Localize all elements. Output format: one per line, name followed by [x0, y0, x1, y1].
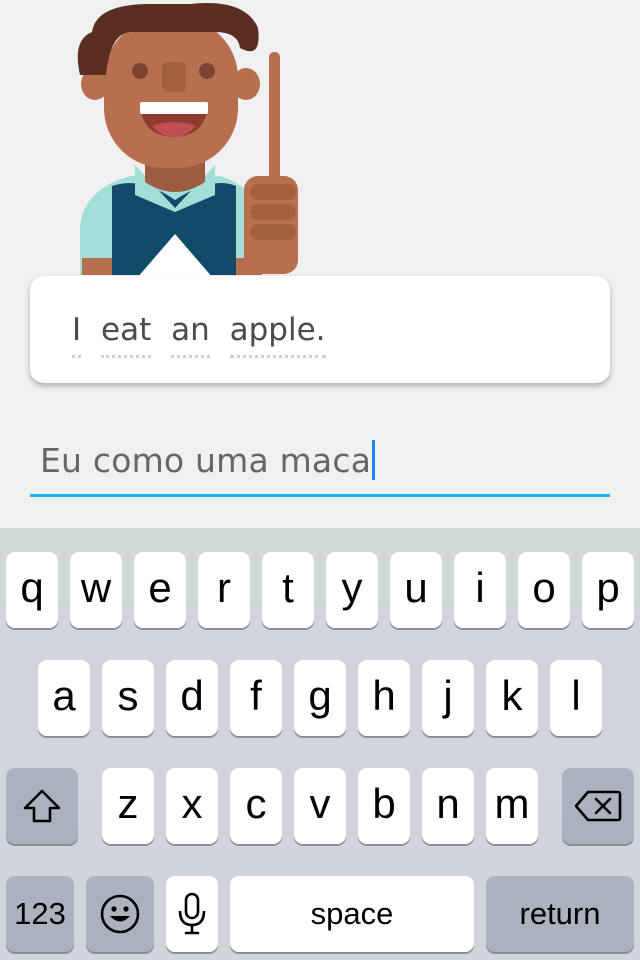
- prompt-word[interactable]: I: [72, 312, 82, 358]
- space-key[interactable]: space: [230, 876, 474, 952]
- exercise-area: I eat an apple. Eu como uma maca: [0, 0, 640, 528]
- key-i[interactable]: i: [454, 552, 506, 628]
- answer-input[interactable]: Eu como uma maca: [30, 430, 610, 497]
- key-m[interactable]: m: [486, 768, 538, 844]
- key-label: j: [443, 672, 453, 719]
- shift-icon: [23, 789, 61, 823]
- key-label: o: [532, 564, 556, 611]
- key-a[interactable]: a: [38, 660, 90, 736]
- key-label: y: [341, 564, 363, 611]
- delete-key[interactable]: [562, 768, 634, 844]
- numbers-key-label: 123: [14, 896, 66, 931]
- key-label: p: [596, 564, 620, 611]
- key-c[interactable]: c: [230, 768, 282, 844]
- shift-key[interactable]: [6, 768, 78, 844]
- key-l[interactable]: l: [550, 660, 602, 736]
- key-z[interactable]: z: [102, 768, 154, 844]
- key-f[interactable]: f: [230, 660, 282, 736]
- key-label: m: [494, 780, 530, 827]
- key-label: f: [250, 672, 262, 719]
- key-k[interactable]: k: [486, 660, 538, 736]
- key-y[interactable]: y: [326, 552, 378, 628]
- key-label: z: [117, 780, 139, 827]
- key-label: k: [501, 672, 523, 719]
- key-u[interactable]: u: [390, 552, 442, 628]
- key-label: b: [372, 780, 396, 827]
- key-label: i: [475, 564, 485, 611]
- answer-text-wrap: Eu como uma maca: [40, 440, 376, 480]
- key-label: t: [282, 564, 294, 611]
- key-label: u: [404, 564, 428, 611]
- text-cursor: [372, 440, 376, 480]
- key-label: d: [180, 672, 204, 719]
- key-label: x: [181, 780, 203, 827]
- key-w[interactable]: w: [70, 552, 122, 628]
- key-label: c: [245, 780, 267, 827]
- key-label: s: [117, 672, 139, 719]
- prompt-sentence: I eat an apple.: [72, 312, 336, 358]
- prompt-word[interactable]: apple.: [229, 312, 326, 358]
- key-e[interactable]: e: [134, 552, 186, 628]
- emoji-key[interactable]: [86, 876, 154, 952]
- key-label: v: [309, 780, 331, 827]
- key-label: q: [20, 564, 44, 611]
- key-label: h: [372, 672, 396, 719]
- key-r[interactable]: r: [198, 552, 250, 628]
- backspace-icon: [574, 790, 622, 822]
- key-g[interactable]: g: [294, 660, 346, 736]
- prompt-word[interactable]: eat: [101, 312, 152, 358]
- key-b[interactable]: b: [358, 768, 410, 844]
- key-d[interactable]: d: [166, 660, 218, 736]
- character-head: [77, 3, 260, 168]
- key-p[interactable]: p: [582, 552, 634, 628]
- key-n[interactable]: n: [422, 768, 474, 844]
- keyboard: q w e r t y u i o p a s d f g h j k l z …: [0, 528, 640, 960]
- key-v[interactable]: v: [294, 768, 346, 844]
- bubble-tail: [137, 234, 213, 278]
- key-label: g: [308, 672, 332, 719]
- prompt-bubble: I eat an apple.: [30, 276, 610, 383]
- tutor-character: [77, 3, 298, 275]
- numbers-key[interactable]: 123: [6, 876, 74, 952]
- dictation-key[interactable]: [166, 876, 218, 952]
- key-label: w: [80, 564, 112, 611]
- key-s[interactable]: s: [102, 660, 154, 736]
- key-label: e: [148, 564, 172, 611]
- key-label: r: [217, 564, 231, 611]
- emoji-icon: [100, 894, 140, 934]
- key-o[interactable]: o: [518, 552, 570, 628]
- microphone-icon: [178, 892, 206, 935]
- answer-text: Eu como uma maca: [40, 441, 372, 480]
- key-t[interactable]: t: [262, 552, 314, 628]
- key-label: n: [436, 780, 460, 827]
- prompt-word[interactable]: an: [171, 312, 210, 358]
- return-key-label: return: [519, 896, 601, 931]
- key-h[interactable]: h: [358, 660, 410, 736]
- key-q[interactable]: q: [6, 552, 58, 628]
- key-x[interactable]: x: [166, 768, 218, 844]
- key-label: l: [571, 672, 581, 719]
- key-j[interactable]: j: [422, 660, 474, 736]
- space-key-label: space: [310, 896, 394, 931]
- return-key[interactable]: return: [486, 876, 634, 952]
- key-label: a: [52, 672, 76, 719]
